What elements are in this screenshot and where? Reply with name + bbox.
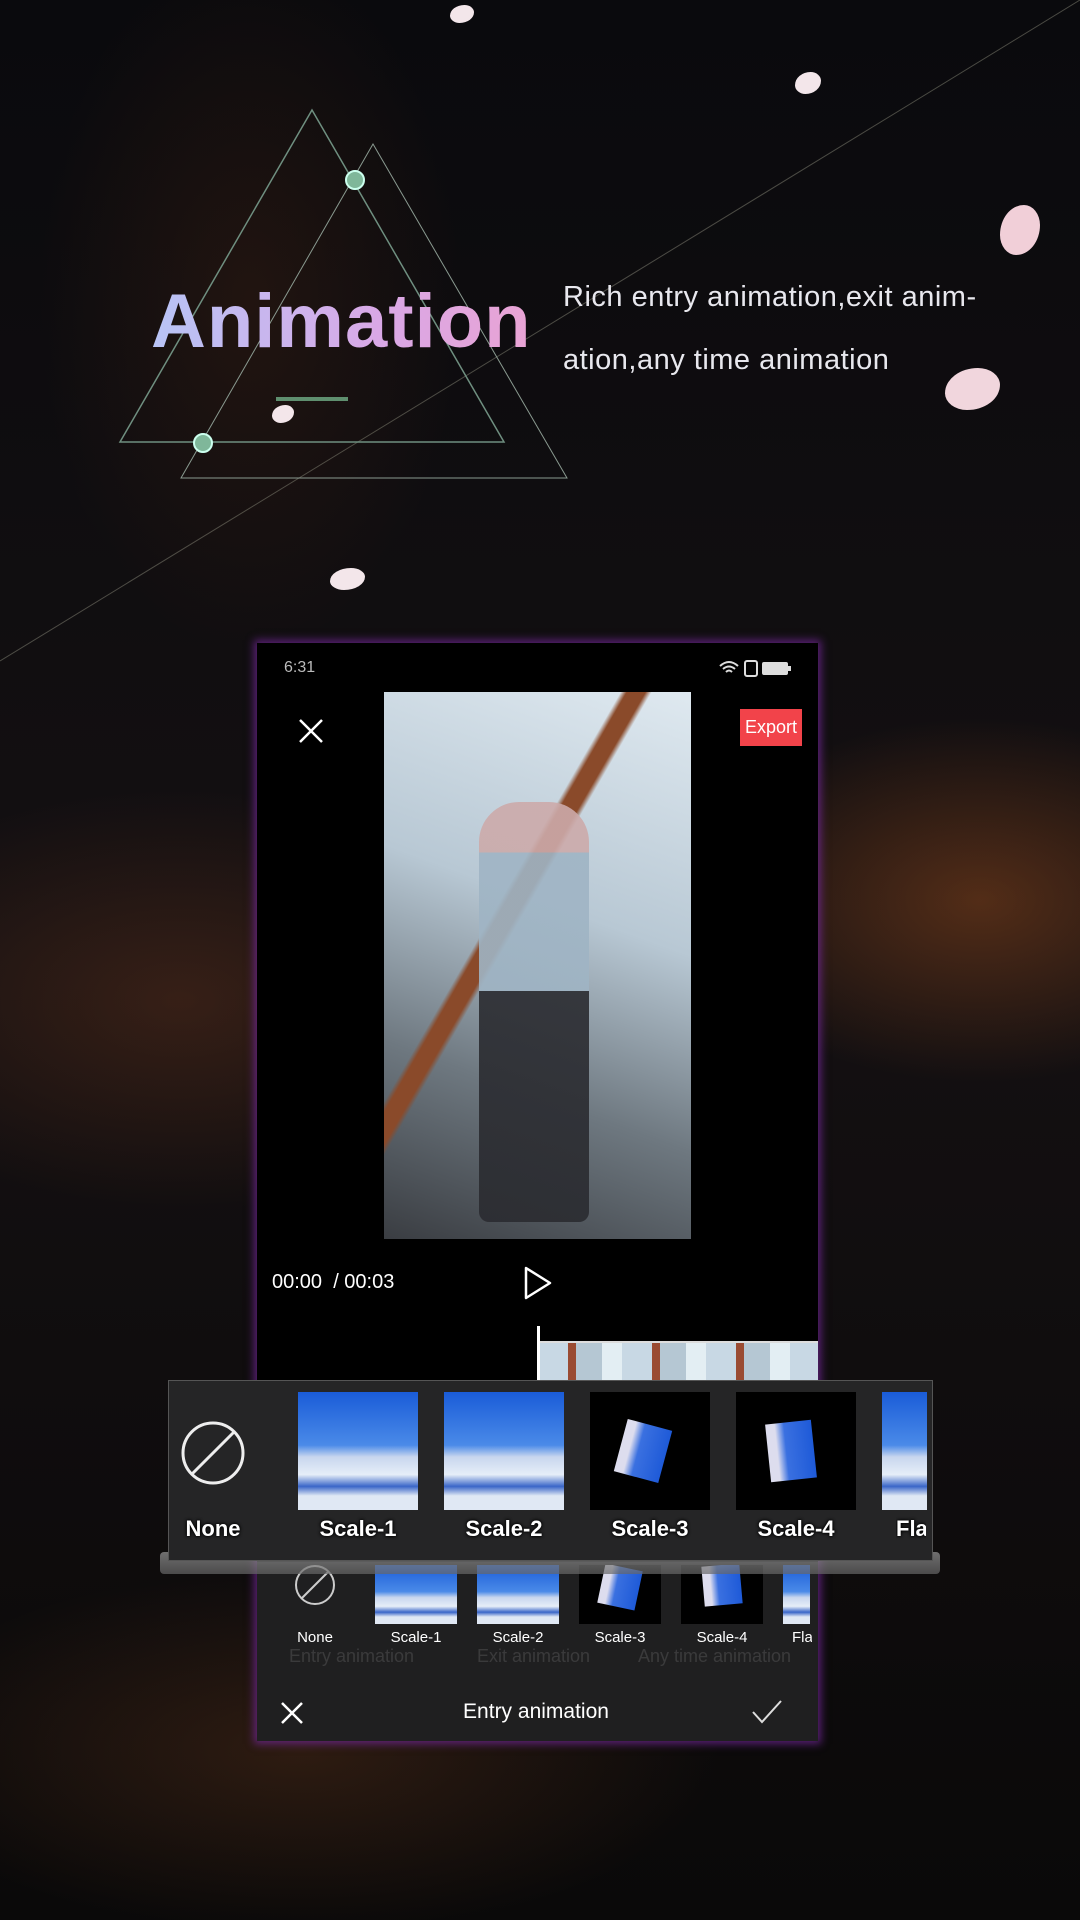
description-line: Rich entry animation,exit anim-	[563, 281, 977, 313]
promo-title: Animation	[151, 279, 532, 364]
thumb-scale-4[interactable]	[736, 1392, 856, 1510]
thumb-scale-3[interactable]	[590, 1392, 710, 1510]
thumb-scale-2[interactable]	[444, 1392, 564, 1510]
current-time: 00:00	[272, 1271, 323, 1293]
battery-icon	[762, 662, 788, 675]
item-label: Scale-3	[594, 1629, 646, 1646]
none-icon[interactable]	[181, 1421, 245, 1485]
animation-panel-zoomed: None Scale-1 Scale-2 Scale-3 Scale-4 Fla	[168, 1380, 933, 1561]
thumb-fla[interactable]	[882, 1392, 927, 1510]
description-line: ation,any time animation	[563, 344, 890, 376]
export-button[interactable]: Export	[740, 709, 802, 746]
promo-description: Rich entry animation,exit anim- ation,an…	[563, 266, 977, 392]
item-label: Scale-4	[696, 1629, 748, 1646]
wifi-icon	[719, 661, 739, 673]
item-label: Fla	[792, 1629, 812, 1646]
playhead[interactable]	[537, 1326, 540, 1382]
item-label: Scale-1	[390, 1629, 442, 1646]
tab-entry-animation[interactable]: Entry animation	[289, 1646, 414, 1667]
tab-exit-animation[interactable]: Exit animation	[477, 1646, 590, 1667]
timeline-strip[interactable]	[538, 1341, 818, 1381]
person-figure	[479, 802, 589, 1222]
item-label: Scale-4	[757, 1516, 835, 1541]
play-icon[interactable]	[524, 1266, 552, 1300]
item-label: None	[297, 1629, 333, 1646]
cancel-icon[interactable]	[281, 1702, 303, 1724]
status-time: 6:31	[284, 659, 316, 676]
check-icon[interactable]	[752, 1700, 782, 1724]
sim-alert-icon	[744, 660, 758, 677]
item-label: None	[185, 1516, 241, 1541]
total-time: / 00:03	[333, 1271, 395, 1293]
tab-any-time-animation[interactable]: Any time animation	[638, 1646, 791, 1667]
item-label: Fla	[896, 1516, 926, 1541]
status-icons	[719, 660, 791, 677]
video-preview	[384, 692, 691, 1239]
playback-time: 00:00 / 00:03	[272, 1271, 394, 1294]
thumb-scale-1[interactable]	[298, 1392, 418, 1510]
panel-title: Entry animation	[463, 1700, 609, 1723]
item-label: Scale-1	[319, 1516, 397, 1541]
item-label: Scale-3	[611, 1516, 689, 1541]
close-icon[interactable]	[299, 719, 323, 743]
item-label: Scale-2	[492, 1629, 544, 1646]
item-label: Scale-2	[465, 1516, 543, 1541]
